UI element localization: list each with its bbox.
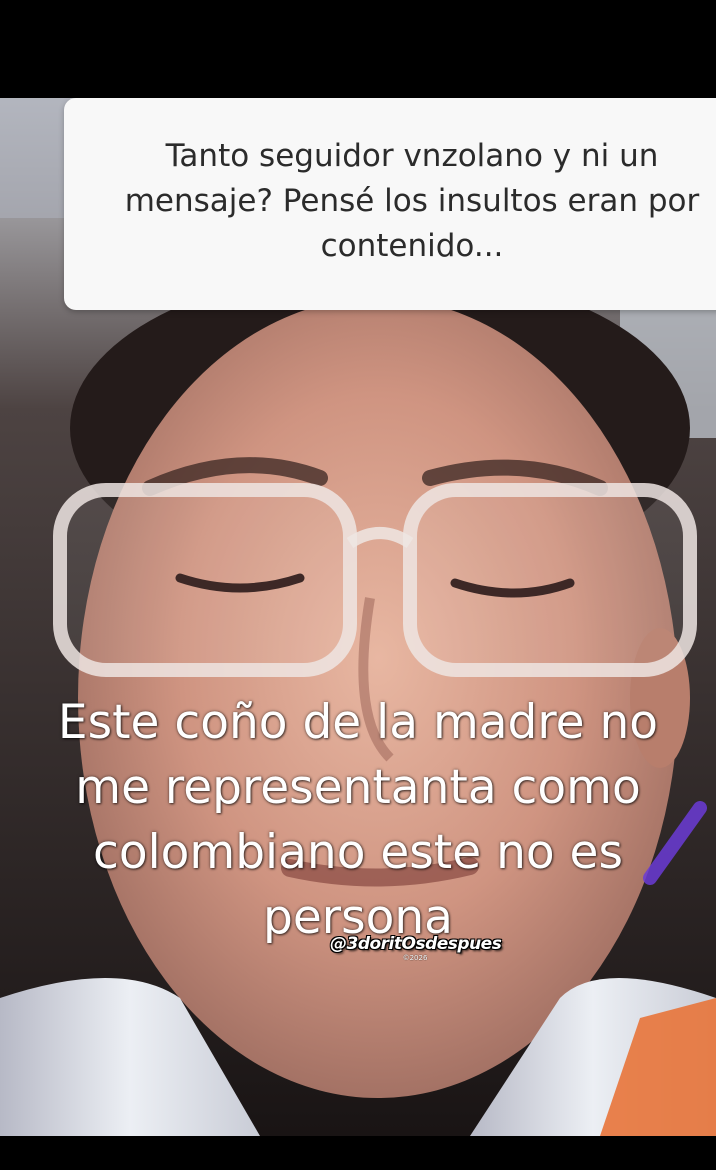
watermark-handle: @3doritOsdespues xyxy=(330,934,502,954)
video-caption: Este coño de la madre no me representant… xyxy=(57,695,659,945)
question-text: Tanto seguidor vnzolano y ni un mensaje?… xyxy=(124,138,700,264)
watermark: @3doritOsdespues ©2026 xyxy=(330,934,502,968)
question-reply-card[interactable]: Tanto seguidor vnzolano y ni un mensaje?… xyxy=(64,98,716,310)
bottom-letterbox xyxy=(0,1136,716,1170)
watermark-year: ©2026 xyxy=(402,954,428,962)
video-screen[interactable]: Tanto seguidor vnzolano y ni un mensaje?… xyxy=(0,0,716,1170)
glasses-left-lens xyxy=(53,483,357,677)
top-letterbox xyxy=(0,0,716,98)
